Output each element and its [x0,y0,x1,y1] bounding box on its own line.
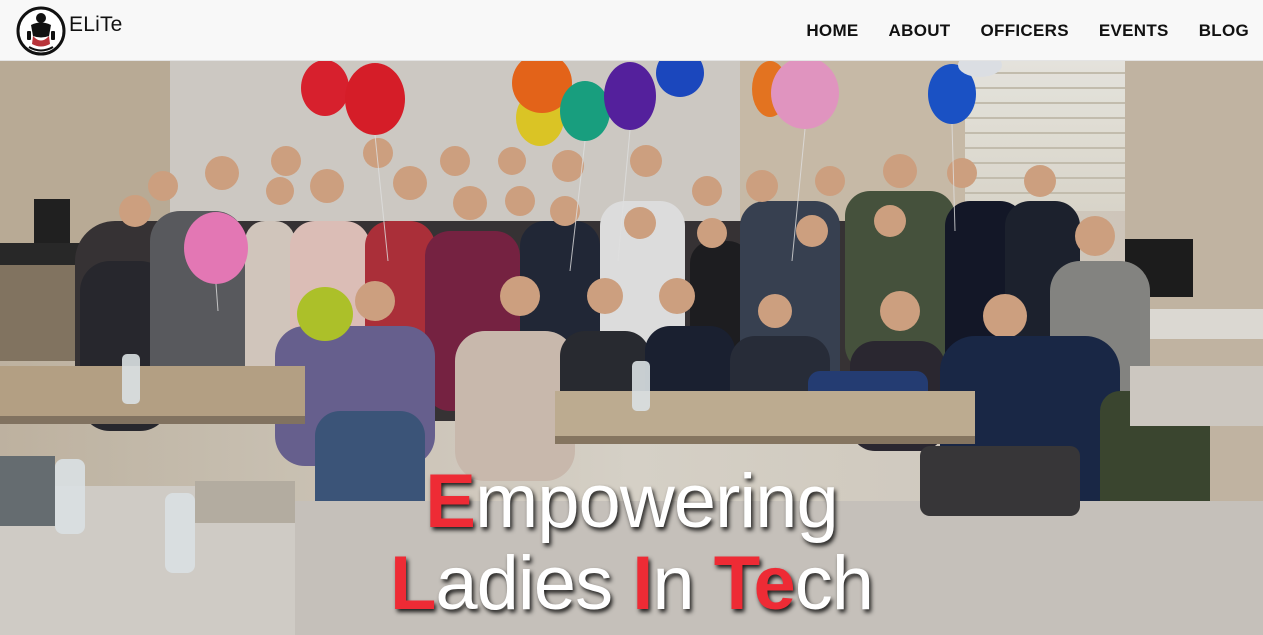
nav-events[interactable]: EVENTS [1099,21,1169,41]
hero-highlight-i: I [632,541,653,626]
hero-text-mpowering: mpowering [474,459,839,544]
hero-text-adies: adies [435,541,633,626]
navbar: ELiTe HOME ABOUT OFFICERS EVENTS BLOG [0,0,1263,61]
main-nav: HOME ABOUT OFFICERS EVENTS BLOG [776,0,1249,61]
hero-text-n: n [652,541,714,626]
hero-highlight-te: Te [713,541,796,626]
hero-banner: Empowering Ladies In Tech [0,61,1263,635]
brand-home-link[interactable]: ELiTe [15,3,123,59]
nav-home[interactable]: HOME [806,21,858,41]
hero-highlight-e: E [425,459,476,544]
hero-title-line-1: Empowering [0,459,1263,545]
nav-about[interactable]: ABOUT [889,21,951,41]
brand-name: ELiTe [69,13,123,36]
nav-officers[interactable]: OFFICERS [981,21,1069,41]
elite-logo-icon [16,6,66,56]
hero-text-ch: ch [794,541,874,626]
hero-highlight-l: L [389,541,436,626]
nav-blog[interactable]: BLOG [1199,21,1249,41]
hero-title-line-2: Ladies In Tech [0,541,1263,627]
